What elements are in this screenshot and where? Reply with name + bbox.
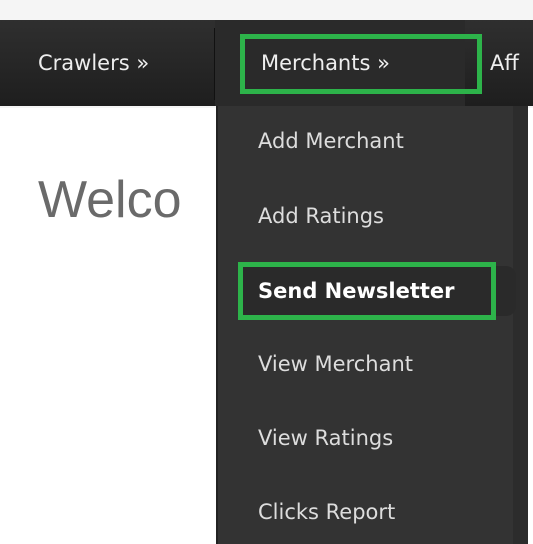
dropdown-scroll-track <box>513 106 528 544</box>
menu-item-view-merchant[interactable]: View Merchant <box>258 349 413 379</box>
merchants-dropdown <box>216 106 528 544</box>
nav-merchants-label: Merchants » <box>261 51 390 75</box>
nav-affiliates-label: Aff <box>490 51 519 75</box>
nav-affiliates[interactable]: Aff <box>490 20 533 106</box>
page-title: Welco <box>38 171 182 229</box>
nav-crawlers[interactable]: Crawlers » <box>38 20 212 106</box>
nav-crawlers-label: Crawlers » <box>38 51 150 75</box>
menu-item-view-ratings[interactable]: View Ratings <box>258 423 393 453</box>
menu-item-send-newsletter[interactable]: Send Newsletter <box>258 276 455 306</box>
menu-item-add-ratings[interactable]: Add Ratings <box>258 201 384 231</box>
menu-item-add-merchant[interactable]: Add Merchant <box>258 126 404 156</box>
nav-merchants[interactable]: Merchants » <box>215 20 465 106</box>
menu-item-clicks-report[interactable]: Clicks Report <box>258 497 395 527</box>
